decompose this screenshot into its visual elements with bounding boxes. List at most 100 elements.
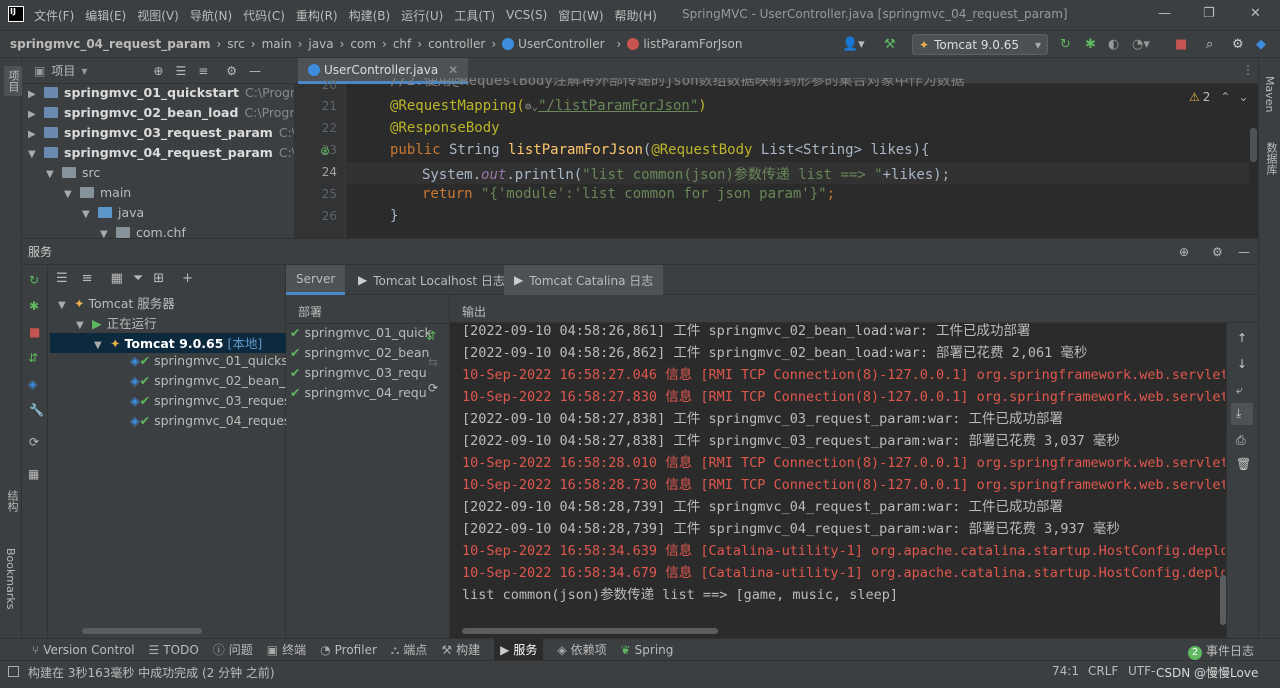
tree-item-src[interactable]: ▼ src <box>46 165 100 185</box>
artifact-icon[interactable]: ◈ <box>28 377 37 391</box>
debug-icon[interactable]: ✱ <box>1085 37 1096 52</box>
gear-icon[interactable]: ⚙ <box>1212 245 1223 259</box>
tab-profiler[interactable]: ◔ Profiler <box>320 643 377 657</box>
group-icon[interactable]: ▦ <box>111 271 123 286</box>
url-icon[interactable]: ⊜⌄ <box>525 100 538 113</box>
collapse-all-icon[interactable]: ≡ <box>82 271 93 286</box>
menu-tools[interactable]: 工具(T) <box>454 7 495 24</box>
tree-item-module-open[interactable]: ▼springmvc_04_request_paramC:\Progr <box>28 145 329 165</box>
tree-artifact[interactable]: ◈✔ springmvc_03_reques <box>130 393 291 413</box>
crumb-main[interactable]: main <box>262 37 292 51</box>
tab-services[interactable]: ▶ 服务 <box>494 638 544 661</box>
output-text[interactable]: [2022-09-10 04:58:26,861] 工件 springmvc_0… <box>450 323 1225 638</box>
inspection-widget[interactable]: ⚠ 2 ⌃ ⌄ <box>1189 90 1249 104</box>
tab-dependencies[interactable]: ◈ 依赖项 <box>557 641 606 658</box>
tree-artifact[interactable]: ◈✔ springmvc_04_reques <box>130 413 291 433</box>
debug-icon[interactable]: ✱ <box>29 299 39 313</box>
scroll-to-end-icon[interactable]: ⤓ <box>1231 403 1253 425</box>
tab-problems[interactable]: ⓘ 问题 <box>213 641 253 658</box>
close-icon[interactable]: ✕ <box>1250 6 1261 21</box>
menu-file[interactable]: 文件(F) <box>34 7 74 24</box>
gear-icon[interactable]: ⚙ <box>226 64 237 78</box>
tree-item-module[interactable]: ▶springmvc_03_request_paramC:\Progr <box>28 125 329 145</box>
gear-icon[interactable]: ⚙ <box>1232 37 1244 52</box>
tab-localhost-log[interactable]: ▶ Tomcat Localhost 日志 <box>348 265 515 295</box>
menu-code[interactable]: 代码(C) <box>243 7 285 24</box>
new-tab-icon[interactable]: ⊞ <box>153 271 164 286</box>
menu-refactor[interactable]: 重构(R) <box>296 7 338 24</box>
menu-vcs[interactable]: VCS(S) <box>506 8 547 22</box>
locate-icon[interactable]: ⊕ <box>153 64 163 78</box>
chevron-down-icon[interactable]: ▾ <box>81 64 87 78</box>
collapse-all-icon[interactable]: ≡ <box>198 64 208 78</box>
tab-todo[interactable]: ☰ TODO <box>149 643 199 657</box>
soft-wrap-icon[interactable]: ⤶ <box>1236 383 1243 398</box>
trash-icon[interactable]: 🗑 <box>1236 457 1251 471</box>
file-encoding[interactable]: UTF- <box>1128 664 1155 678</box>
arrow-down-icon[interactable]: ↓ <box>1237 357 1247 371</box>
refresh-icon[interactable]: ⟳ <box>428 381 438 395</box>
hammer-icon[interactable]: ⚒ <box>884 37 896 52</box>
close-tab-icon[interactable]: ✕ <box>448 63 458 77</box>
tree-tomcat-servers[interactable]: ▼ ✦ Tomcat 服务器 <box>58 293 175 313</box>
code-string[interactable]: "/listParamForJson" <box>538 98 698 114</box>
editor-scrollbar[interactable] <box>1250 128 1257 162</box>
cursor-position[interactable]: 74:1 <box>1052 664 1079 678</box>
run-configuration-select[interactable]: ✦ Tomcat 9.0.65 ▾ <box>912 34 1048 55</box>
tree-item-package[interactable]: ▼ com.chf <box>100 225 186 238</box>
bookmarks-tool-tab[interactable]: Bookmarks <box>4 548 17 609</box>
output-v-scrollbar[interactable] <box>1220 575 1226 625</box>
tree-item-java[interactable]: ▼ java <box>82 205 144 225</box>
locate-icon[interactable]: ⊕ <box>1179 245 1189 259</box>
filter-icon[interactable]: ⏷ <box>133 271 143 286</box>
expand-all-icon[interactable]: ☰ <box>175 64 186 78</box>
expand-all-icon[interactable]: ☰ <box>56 271 68 286</box>
tree-item-main[interactable]: ▼ main <box>64 185 131 205</box>
deploy-icon[interactable]: ⇵ <box>28 351 38 365</box>
deploy-icon[interactable]: ⇵ <box>426 329 436 343</box>
maven-tool-tab[interactable]: Maven <box>1263 76 1276 112</box>
tab-server[interactable]: Server <box>286 265 346 295</box>
tree-running[interactable]: ▼ ▶ 正在运行 <box>76 313 157 333</box>
coverage-icon[interactable]: ◐ <box>1108 37 1119 52</box>
maximize-icon[interactable]: ❐ <box>1203 6 1215 21</box>
event-log-button[interactable]: 2 事件日志 <box>1188 642 1254 660</box>
menu-edit[interactable]: 编辑(E) <box>85 7 126 24</box>
crumb-module[interactable]: springmvc_04_request_param <box>10 37 210 51</box>
status-square-icon[interactable] <box>8 666 19 677</box>
search-icon[interactable]: ⌕ <box>1206 37 1213 52</box>
crumb-java[interactable]: java <box>308 37 333 51</box>
tab-build[interactable]: ⚒ 构建 <box>441 641 480 658</box>
crumb-class[interactable]: UserController <box>502 37 610 51</box>
menu-help[interactable]: 帮助(H) <box>615 7 657 24</box>
rerun-icon[interactable]: ↻ <box>1060 37 1071 52</box>
spring-endpoint-icon[interactable]: ⊛ <box>320 144 330 158</box>
menu-build[interactable]: 构建(B) <box>349 7 391 24</box>
project-panel-title[interactable]: 项目 <box>51 62 75 79</box>
tree-artifact[interactable]: ◈✔ springmvc_01_quicks <box>130 353 288 373</box>
menu-navigate[interactable]: 导航(N) <box>190 7 232 24</box>
user-icon[interactable]: 👤▾ <box>842 37 865 52</box>
undeploy-icon[interactable]: ⇆ <box>428 355 438 369</box>
menu-view[interactable]: 视图(V) <box>137 7 179 24</box>
database-tool-tab[interactable]: 数据库 <box>1263 142 1279 175</box>
project-tool-tab[interactable]: 项目 <box>4 66 22 96</box>
tree-scrollbar[interactable] <box>82 628 202 634</box>
output-h-scrollbar[interactable] <box>462 628 718 634</box>
deploy-item[interactable]: ✔ springmvc_02_bean <box>290 345 429 365</box>
line-separator[interactable]: CRLF <box>1088 664 1118 678</box>
crumb-chf[interactable]: chf <box>393 37 411 51</box>
arrow-up-icon[interactable]: ↑ <box>1237 331 1247 345</box>
crumb-src[interactable]: src <box>227 37 245 51</box>
menu-run[interactable]: 运行(U) <box>401 7 443 24</box>
crumb-com[interactable]: com <box>350 37 376 51</box>
tab-spring[interactable]: ❦ Spring <box>621 643 674 657</box>
stop-icon[interactable]: ■ <box>1175 37 1187 52</box>
tab-terminal[interactable]: ▣ 终端 <box>267 641 306 658</box>
rerun-icon[interactable]: ↻ <box>29 273 39 287</box>
deploy-item[interactable]: ✔ springmvc_01_quick <box>290 325 432 345</box>
tab-version-control[interactable]: ⑂ Version Control <box>32 643 135 657</box>
chevron-up-icon[interactable]: ⌃ <box>1220 90 1230 104</box>
menu-window[interactable]: 窗口(W) <box>558 7 603 24</box>
chevron-down-icon[interactable]: ⌄ <box>1238 90 1248 104</box>
